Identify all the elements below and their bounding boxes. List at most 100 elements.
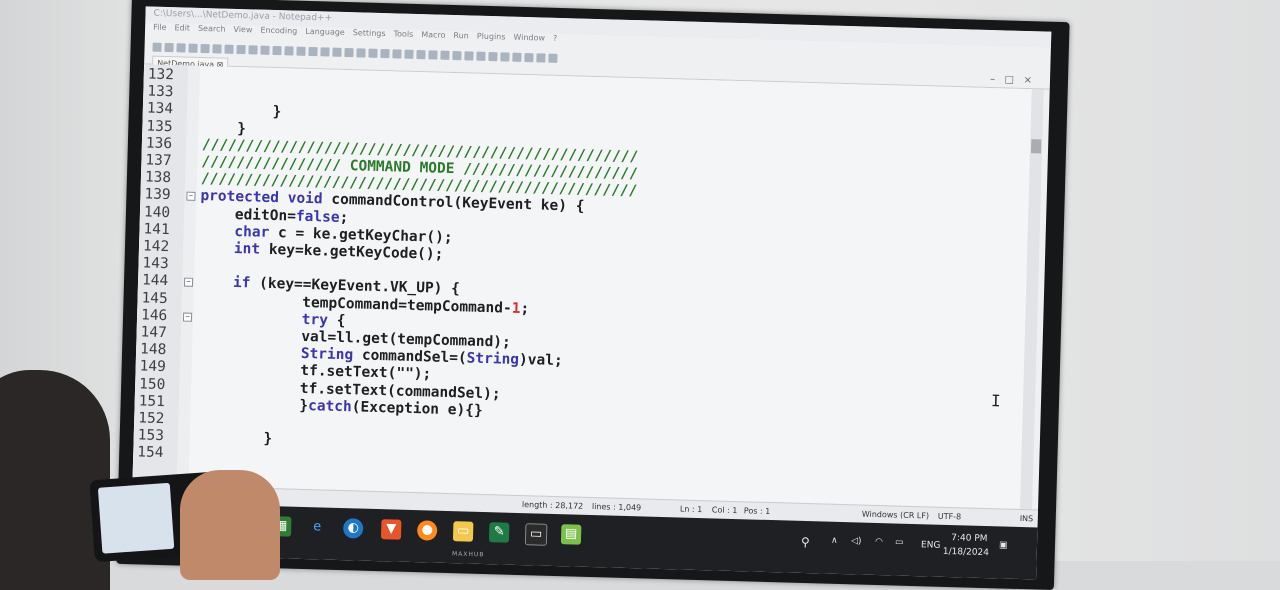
menu-item-3[interactable]: View: [233, 25, 252, 35]
speaker-icon[interactable]: ◁): [851, 536, 862, 546]
notification-icon[interactable]: ▣: [999, 540, 1008, 550]
maximize-button[interactable]: □: [1004, 74, 1014, 85]
line-number: 136: [145, 135, 173, 152]
chevron-up-icon[interactable]: ∧: [831, 536, 838, 546]
toolbar-button-icon[interactable]: [452, 50, 462, 61]
line-number: 149: [139, 358, 167, 376]
code-text: }: [202, 119, 247, 137]
folder-icon[interactable]: ▭: [452, 521, 474, 542]
toolbar-button-icon[interactable]: [356, 48, 366, 58]
toolbar-button-icon[interactable]: [404, 49, 414, 59]
status-length: length : 28,172: [521, 500, 584, 511]
clock-date[interactable]: 1/18/2024: [943, 547, 989, 558]
toolbar-button-icon[interactable]: [500, 52, 510, 62]
code-text: }: [202, 102, 282, 121]
menu-item-4[interactable]: Encoding: [260, 26, 297, 36]
toolbar-button-icon[interactable]: [464, 51, 474, 61]
menu-item-1[interactable]: Edit: [174, 23, 190, 32]
menu-item-10[interactable]: Plugins: [477, 32, 506, 42]
line-number: 142: [142, 238, 170, 256]
menu-item-8[interactable]: Macro: [421, 30, 445, 40]
line-number: 137: [145, 152, 172, 170]
toolbar-button-icon[interactable]: [248, 45, 258, 55]
keyboard-icon[interactable]: ▭: [895, 538, 904, 548]
status-eol: Windows (CR LF): [861, 509, 930, 521]
line-number: 133: [147, 83, 174, 101]
code-editor[interactable]: 132 133 134 } 135 } 136/////////////////////…: [132, 64, 1034, 510]
menu-item-2[interactable]: Search: [198, 24, 226, 34]
toolbar-button-icon[interactable]: [428, 50, 438, 60]
window-controls: – □ ×: [990, 74, 1032, 86]
toolbar-button-icon[interactable]: [512, 52, 522, 62]
menu-item-12[interactable]: ?: [553, 34, 557, 43]
menu-item-7[interactable]: Tools: [393, 29, 413, 39]
fold-toggle-icon[interactable]: −: [183, 277, 194, 288]
toolbar-button-icon[interactable]: [380, 48, 390, 59]
notepadpp-icon[interactable]: ▤: [560, 524, 582, 545]
toolbar-button-icon[interactable]: [320, 47, 330, 57]
toolbar-button-icon[interactable]: [284, 46, 294, 56]
toolbar-button-icon[interactable]: [368, 48, 378, 58]
line-number: 134: [146, 100, 174, 118]
ibeam-cursor-icon: I: [990, 391, 1001, 411]
line-number: 150: [138, 375, 166, 393]
edge-icon[interactable]: ◐: [342, 518, 364, 539]
line-number: 138: [144, 169, 172, 187]
menu-item-9[interactable]: Run: [453, 31, 469, 40]
firefox-icon[interactable]: ●: [416, 520, 438, 541]
status-mode: INS: [1019, 513, 1034, 524]
status-ln: Ln : 1: [679, 504, 703, 515]
line-number: 151: [138, 393, 166, 410]
line-number: 135: [146, 118, 173, 135]
code-text: }: [193, 429, 273, 448]
status-lines: lines : 1,049: [591, 502, 642, 513]
menu-item-6[interactable]: Settings: [353, 28, 386, 38]
toolbar-button-icon[interactable]: [440, 50, 450, 60]
line-number: 132: [147, 66, 175, 84]
toolbar-button-icon[interactable]: [332, 47, 342, 57]
people-icon[interactable]: ⚲: [801, 535, 810, 549]
edge-legacy-icon[interactable]: e: [307, 517, 328, 538]
window-title: C:\Users\...\NetDemo.java - Notepad++: [153, 8, 333, 24]
line-number: 153: [137, 427, 165, 445]
wifi-icon[interactable]: ◠: [875, 537, 883, 547]
clock-time[interactable]: 7:40 PM: [951, 533, 988, 544]
toolbar-button-icon[interactable]: [536, 53, 546, 63]
minimize-button[interactable]: –: [990, 74, 995, 85]
line-number: 146: [140, 307, 168, 324]
fold-toggle-icon[interactable]: −: [182, 312, 193, 322]
line-number: 152: [137, 410, 165, 428]
toolbar-button-icon[interactable]: [524, 52, 534, 63]
status-encoding: UTF-8: [937, 511, 962, 522]
scrollbar-thumb[interactable]: [1030, 139, 1042, 154]
line-number: 143: [142, 255, 169, 273]
line-number: 147: [140, 324, 168, 342]
close-button[interactable]: ×: [1023, 75, 1032, 86]
brave-icon[interactable]: ▼: [380, 519, 402, 540]
toolbar-button-icon[interactable]: [236, 44, 246, 55]
terminal-icon[interactable]: ▭: [524, 523, 548, 546]
menu-item-5[interactable]: Language: [305, 27, 345, 37]
status-pos: Pos : 1: [743, 506, 771, 517]
toolbar-button-icon[interactable]: [392, 49, 402, 59]
monitor-brand-logo: MAXHUB: [451, 550, 485, 559]
toolbar-button-icon[interactable]: [272, 45, 282, 56]
toolbar-button-icon[interactable]: [488, 51, 498, 62]
excel-icon[interactable]: ✎: [488, 522, 510, 543]
toolbar-button-icon[interactable]: [296, 46, 306, 56]
line-number: 154: [137, 444, 164, 462]
toolbar-button-icon[interactable]: [260, 45, 270, 55]
line-number: 145: [141, 289, 168, 307]
language-indicator[interactable]: ENG: [921, 540, 941, 551]
menu-item-0[interactable]: File: [153, 23, 167, 32]
hand: [180, 470, 280, 580]
toolbar-button-icon[interactable]: [416, 49, 426, 60]
toolbar-button-icon[interactable]: [548, 53, 558, 63]
toolbar-button-icon[interactable]: [476, 51, 486, 61]
toolbar-button-icon[interactable]: [308, 46, 318, 57]
fold-toggle-icon[interactable]: −: [186, 191, 196, 202]
menu-item-11[interactable]: Window: [513, 33, 545, 43]
line-number: 148: [139, 341, 167, 359]
toolbar-button-icon[interactable]: [344, 47, 354, 58]
line-number: 140: [143, 204, 171, 221]
